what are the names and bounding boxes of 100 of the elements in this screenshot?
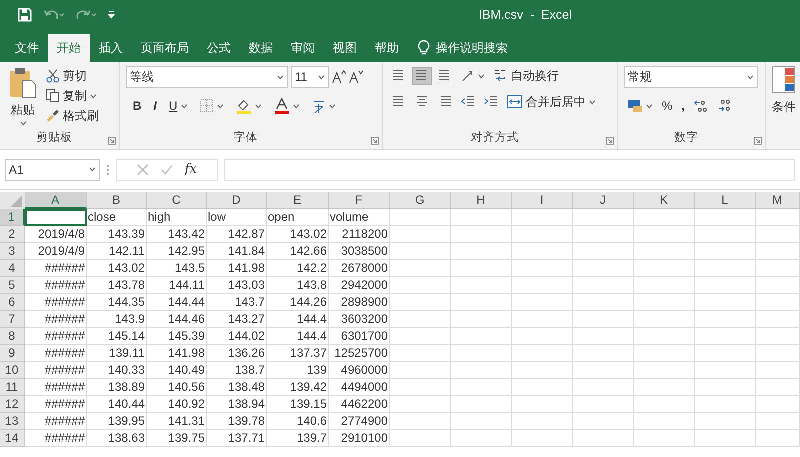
empty-cell[interactable] — [573, 430, 634, 447]
empty-cell[interactable] — [512, 294, 573, 311]
empty-cell[interactable] — [573, 226, 634, 243]
row-header[interactable]: 4 — [0, 260, 25, 277]
row-header[interactable]: 14 — [0, 430, 25, 447]
empty-cell[interactable] — [512, 430, 573, 447]
column-header[interactable]: M — [756, 192, 800, 209]
empty-cell[interactable] — [695, 209, 756, 226]
lightbulb-icon[interactable] — [418, 40, 430, 56]
empty-cell[interactable] — [756, 328, 800, 345]
empty-cell[interactable] — [573, 311, 634, 328]
empty-cell[interactable] — [390, 209, 451, 226]
format-painter-button[interactable]: 格式刷 — [43, 106, 102, 126]
row-header[interactable]: 11 — [0, 379, 25, 396]
empty-cell[interactable] — [573, 379, 634, 396]
number-format-dropdown[interactable]: 常规 — [624, 66, 758, 88]
empty-cell[interactable] — [512, 243, 573, 260]
empty-cell[interactable] — [695, 328, 756, 345]
empty-cell[interactable] — [695, 379, 756, 396]
empty-cell[interactable] — [512, 362, 573, 379]
empty-cell[interactable] — [695, 345, 756, 362]
conditional-formatting-button[interactable]: 条件 — [772, 98, 796, 116]
empty-cell[interactable] — [512, 277, 573, 294]
empty-cell[interactable] — [695, 294, 756, 311]
empty-cell[interactable] — [756, 294, 800, 311]
dialog-launcher-icon[interactable] — [371, 137, 379, 145]
increase-font-size-icon[interactable] — [332, 70, 346, 84]
ribbon-tab[interactable]: 审阅 — [282, 34, 324, 62]
empty-cell[interactable] — [695, 260, 756, 277]
formula-input-field[interactable] — [224, 158, 795, 180]
ribbon-tab[interactable]: 帮助 — [366, 34, 408, 62]
empty-cell[interactable] — [756, 277, 800, 294]
empty-cell[interactable] — [695, 277, 756, 294]
decrease-font-size-icon[interactable] — [349, 70, 363, 84]
empty-cell[interactable] — [390, 311, 451, 328]
column-header[interactable]: A — [25, 192, 87, 209]
empty-cell[interactable] — [695, 226, 756, 243]
row-header[interactable]: 8 — [0, 328, 25, 345]
tell-me-search[interactable]: 操作说明搜索 — [436, 39, 508, 57]
column-header[interactable]: G — [390, 192, 451, 209]
empty-cell[interactable] — [512, 328, 573, 345]
row-header[interactable]: 10 — [0, 362, 25, 379]
merge-center-button[interactable]: 合并后居中 — [504, 92, 599, 112]
column-header[interactable]: I — [512, 192, 573, 209]
row-header[interactable]: 5 — [0, 277, 25, 294]
empty-cell[interactable] — [756, 226, 800, 243]
column-header[interactable]: C — [147, 192, 207, 209]
select-all-corner-icon[interactable] — [0, 192, 25, 210]
column-header[interactable]: D — [207, 192, 267, 209]
empty-cell[interactable] — [573, 396, 634, 413]
name-box[interactable]: A1 — [5, 158, 100, 180]
column-header[interactable]: H — [451, 192, 512, 209]
ribbon-tab[interactable]: 公式 — [198, 34, 240, 62]
empty-cell[interactable] — [451, 209, 512, 226]
cut-button[interactable]: 剪切 — [43, 66, 102, 86]
empty-cell[interactable] — [756, 379, 800, 396]
empty-cell[interactable] — [695, 311, 756, 328]
empty-cell[interactable] — [390, 413, 451, 430]
insert-function-button[interactable]: fx — [184, 160, 198, 180]
empty-cell[interactable] — [390, 345, 451, 362]
empty-cell[interactable] — [695, 396, 756, 413]
empty-cell[interactable] — [756, 430, 800, 447]
empty-cell[interactable] — [634, 413, 695, 430]
empty-cell[interactable] — [451, 277, 512, 294]
empty-cell[interactable] — [390, 260, 451, 277]
empty-cell[interactable] — [451, 243, 512, 260]
row-header[interactable]: 9 — [0, 345, 25, 362]
caret-icon[interactable] — [277, 74, 284, 80]
caret-icon[interactable] — [180, 104, 188, 108]
empty-cell[interactable] — [695, 243, 756, 260]
caret-icon[interactable] — [318, 74, 325, 80]
middle-align-button[interactable] — [412, 67, 432, 85]
empty-cell[interactable] — [634, 430, 695, 447]
empty-cell[interactable] — [451, 396, 512, 413]
empty-cell[interactable] — [451, 294, 512, 311]
empty-cell[interactable] — [634, 362, 695, 379]
empty-cell[interactable] — [634, 260, 695, 277]
empty-cell[interactable] — [756, 243, 800, 260]
empty-cell[interactable] — [573, 209, 634, 226]
empty-cell[interactable] — [512, 260, 573, 277]
empty-cell[interactable] — [512, 209, 573, 226]
conditional-format-icon[interactable] — [772, 66, 796, 94]
empty-cell[interactable] — [756, 345, 800, 362]
empty-cell[interactable] — [756, 209, 800, 226]
empty-cell[interactable] — [451, 226, 512, 243]
empty-cell[interactable] — [512, 311, 573, 328]
active-cell[interactable] — [25, 209, 87, 226]
empty-cell[interactable] — [573, 277, 634, 294]
customize-caret-icon[interactable] — [108, 11, 115, 19]
row-header[interactable]: 13 — [0, 413, 25, 430]
save-icon[interactable] — [18, 8, 32, 22]
caret-icon[interactable] — [478, 74, 485, 78]
empty-cell[interactable] — [512, 396, 573, 413]
bold-button[interactable]: B — [130, 96, 145, 116]
empty-cell[interactable] — [451, 260, 512, 277]
empty-cell[interactable] — [634, 328, 695, 345]
empty-cell[interactable] — [451, 362, 512, 379]
column-header[interactable]: K — [634, 192, 695, 209]
empty-cell[interactable] — [756, 362, 800, 379]
empty-cell[interactable] — [634, 311, 695, 328]
